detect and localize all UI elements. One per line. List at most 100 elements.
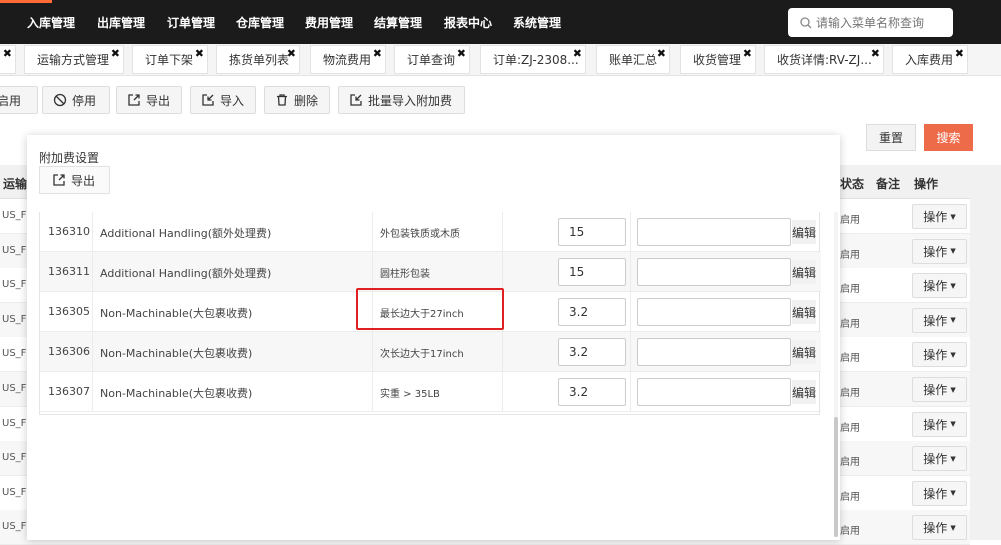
caret-down-icon: ▼ <box>950 454 956 463</box>
search-button[interactable]: 搜索 <box>924 124 973 151</box>
row-transport-code: US_F <box>2 279 27 291</box>
delete-button[interactable]: 删除 <box>264 86 330 114</box>
close-icon[interactable]: ✖ <box>743 48 752 60</box>
row-action-dropdown[interactable]: 操作 ▼ <box>912 515 967 541</box>
close-icon[interactable]: ✖ <box>457 48 466 60</box>
close-icon[interactable]: ✖ <box>955 48 964 60</box>
surcharge-amount-input[interactable] <box>558 378 626 406</box>
edit-button[interactable]: 编辑 <box>792 340 816 364</box>
nav-item-fees[interactable]: 费用管理 <box>305 14 353 31</box>
row-transport-code: US_F <box>2 486 27 498</box>
tab-overflow-left[interactable]: ✖ <box>0 45 16 74</box>
surcharge-amount-input[interactable] <box>558 218 626 246</box>
column-divider <box>92 372 93 412</box>
column-divider <box>502 292 503 332</box>
surcharge-remark-input[interactable] <box>637 258 791 286</box>
column-divider <box>372 292 373 332</box>
surcharge-condition: 最长边大于27inch <box>380 309 464 320</box>
menu-search-input[interactable] <box>816 15 936 30</box>
tab-order-query[interactable]: 订单查询 ✖ <box>394 45 470 74</box>
row-action-dropdown[interactable]: 操作 ▼ <box>912 480 967 506</box>
close-icon[interactable]: ✖ <box>657 48 666 60</box>
tab-receiving[interactable]: 收货管理 ✖ <box>680 45 756 74</box>
export-button[interactable]: 导出 <box>116 86 182 114</box>
nav-item-orders[interactable]: 订单管理 <box>167 14 215 31</box>
column-divider <box>502 372 503 412</box>
tab-bill-summary[interactable]: 账单汇总 ✖ <box>596 45 670 74</box>
tab-inbound-fees[interactable]: 入库费用 ✖ <box>892 45 968 74</box>
column-divider <box>92 332 93 372</box>
dialog-close-button[interactable]: × <box>839 110 864 135</box>
column-header-remark: 备注 <box>876 177 901 191</box>
surcharge-condition: 圆柱形包装 <box>380 269 430 280</box>
row-action-dropdown[interactable]: 操作 ▼ <box>912 204 967 229</box>
row-action-dropdown[interactable]: 操作 ▼ <box>912 273 967 299</box>
close-icon[interactable]: ✖ <box>573 48 582 60</box>
row-status: 启用 <box>840 284 860 296</box>
row-action-dropdown[interactable]: 操作 ▼ <box>912 377 967 402</box>
nav-item-reports[interactable]: 报表中心 <box>444 14 492 31</box>
column-divider <box>372 372 373 412</box>
enable-button[interactable]: 启用 <box>0 86 38 114</box>
nav-item-outbound[interactable]: 出库管理 <box>97 14 145 31</box>
scrollbar-thumb[interactable] <box>834 417 838 537</box>
tab-logistics-fees[interactable]: 物流费用 ✖ <box>310 45 386 74</box>
surcharge-row: 136310 Additional Handling(额外处理费) 外包装铁质或木质… <box>40 212 821 252</box>
nav-item-system[interactable]: 系统管理 <box>513 14 561 31</box>
close-icon[interactable]: ✖ <box>871 48 880 60</box>
surcharge-remark-input[interactable] <box>637 218 791 246</box>
row-transport-code: US_F <box>2 244 27 256</box>
nav-item-settlement[interactable]: 结算管理 <box>374 14 422 31</box>
surcharge-remark-input[interactable] <box>637 298 791 326</box>
tab-order-offshelf[interactable]: 订单下架 ✖ <box>132 45 208 74</box>
row-action-dropdown[interactable]: 操作 ▼ <box>912 342 967 368</box>
surcharge-amount-input[interactable] <box>558 298 626 326</box>
surcharge-name: Additional Handling(额外处理费) <box>100 227 272 240</box>
caret-down-icon: ▼ <box>950 385 956 394</box>
edit-button[interactable]: 编辑 <box>792 380 816 404</box>
ban-icon <box>53 93 67 107</box>
tab-receiving-detail[interactable]: 收货详情:RV-ZJ... ✖ <box>764 45 884 74</box>
dialog-export-button[interactable]: 导出 <box>39 166 110 194</box>
brand-accent-bar <box>0 0 52 3</box>
surcharge-amount-input[interactable] <box>558 258 626 286</box>
row-transport-code: US_F <box>2 348 27 360</box>
row-action-dropdown[interactable]: 操作 ▼ <box>912 411 967 437</box>
tab-order-detail[interactable]: 订单:ZJ-2308... ✖ <box>480 45 586 74</box>
close-icon[interactable]: ✖ <box>287 48 296 60</box>
disable-button[interactable]: 停用 <box>42 86 110 114</box>
row-transport-code: US_F <box>2 521 27 533</box>
row-status: 启用 <box>840 318 860 330</box>
surcharge-amount-input[interactable] <box>558 338 626 366</box>
menu-search-box[interactable] <box>788 8 953 37</box>
row-status: 启用 <box>840 422 860 434</box>
row-action-dropdown[interactable]: 操作 ▼ <box>912 238 967 264</box>
nav-item-inbound[interactable]: 入库管理 <box>27 14 75 31</box>
row-status: 启用 <box>840 526 860 538</box>
tab-picking-list[interactable]: 拣货单列表 ✖ <box>216 45 300 74</box>
column-divider <box>92 292 93 332</box>
close-icon[interactable]: ✖ <box>195 48 204 60</box>
close-icon[interactable]: ✖ <box>373 48 382 60</box>
nav-item-warehouse[interactable]: 仓库管理 <box>236 14 284 31</box>
edit-button[interactable]: 编辑 <box>792 220 816 244</box>
row-transport-code: US_F <box>2 383 27 394</box>
import-button[interactable]: 导入 <box>190 86 256 114</box>
tab-transport-methods[interactable]: 运输方式管理 ✖ <box>24 45 124 74</box>
row-action-dropdown[interactable]: 操作 ▼ <box>912 307 967 333</box>
edit-button[interactable]: 编辑 <box>792 260 816 284</box>
dialog-scrollbar[interactable] <box>834 212 838 537</box>
edit-button[interactable]: 编辑 <box>792 300 816 324</box>
right-scroll-strip <box>970 165 1001 540</box>
surcharge-remark-input[interactable] <box>637 338 791 366</box>
surcharge-remark-input[interactable] <box>637 378 791 406</box>
row-status: 启用 <box>840 388 860 399</box>
column-divider <box>630 372 631 412</box>
close-icon[interactable]: ✖ <box>3 48 12 60</box>
row-action-dropdown[interactable]: 操作 ▼ <box>912 446 967 472</box>
batch-import-surcharge-button[interactable]: 批量导入附加费 <box>338 86 465 114</box>
caret-down-icon: ▼ <box>950 523 956 532</box>
caret-down-icon: ▼ <box>950 420 956 429</box>
reset-button[interactable]: 重置 <box>866 124 916 151</box>
close-icon[interactable]: ✖ <box>111 48 120 60</box>
